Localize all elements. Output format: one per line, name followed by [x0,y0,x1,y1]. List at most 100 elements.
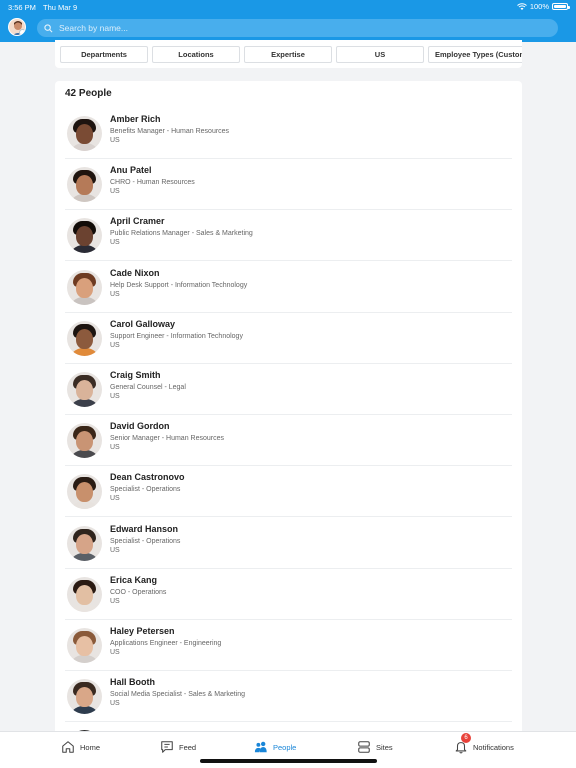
avatar-face [76,431,93,452]
person-location: US [110,444,120,452]
person-title: CHRO - Human Resources [110,179,195,187]
status-time: 3:56 PM [8,3,36,12]
person-title: General Counsel - Legal [110,384,186,391]
person-avatar[interactable] [67,576,102,612]
person-name[interactable]: Anu Patel [110,165,152,175]
people-icon [254,741,267,753]
avatar-shoulders [69,296,100,305]
person-location: US [110,546,120,554]
search-bar[interactable] [37,19,558,37]
avatar-face [76,482,93,503]
feed-icon [161,741,173,753]
person-location: US [110,393,120,400]
person-location: US [110,239,120,247]
person-avatar[interactable] [67,423,102,459]
person-title: Social Media Specialist - Sales & Market… [110,691,246,699]
avatar-shoulders [69,194,100,203]
person-name[interactable]: Amber Rich [110,114,161,124]
avatar-shoulders [69,655,100,663]
filter-us[interactable]: US [336,46,424,63]
filter-expertise[interactable]: Expertise [244,46,332,63]
person-title: COO - Operations [110,588,167,596]
person-row[interactable]: Craig Smith General Counsel - Legal US [65,364,512,415]
person-name[interactable]: Erica Kang [110,575,157,585]
person-location: US [110,290,120,298]
person-location: US [110,649,120,656]
person-title: Specialist - Operations [110,486,181,494]
tab-home[interactable]: Home [61,739,100,755]
person-row[interactable]: Erica Kang COO - Operations US [65,569,512,620]
status-date: Thu Mar 9 [43,3,78,12]
profile-avatar[interactable] [8,18,26,36]
filter-locations[interactable]: Locations [152,46,240,63]
person-title: Help Desk Support - Information Technolo… [110,281,248,289]
avatar-shoulders [69,603,100,612]
filter-bar: Departments Locations Expertise US Emplo… [55,40,522,68]
avatar-face [76,277,93,298]
person-row[interactable]: April Cramer Public Relations Manager - S… [65,210,512,262]
tab-sites-label: Sites [376,742,393,752]
avatar-shoulders [69,399,100,407]
person-title: Senior Manager - Human Resources [110,435,224,443]
person-title: Specialist - Operations [110,537,181,545]
person-name[interactable]: Craig Smith [110,370,161,380]
people-count: 42 People [65,88,112,99]
person-row[interactable]: Anu Patel CHRO - Human Resources US [65,159,512,211]
person-row[interactable]: Dean Castronovo Specialist - Operations US [65,466,512,518]
avatar-face [76,687,93,708]
person-name[interactable]: David Gordon [110,421,170,431]
person-row[interactable]: Hall Booth Social Media Specialist - Sale… [65,671,512,723]
person-row[interactable]: Cade Nixon Help Desk Support - Informatio… [65,262,512,313]
person-name[interactable]: Haley Petersen [110,626,175,636]
person-avatar[interactable] [67,320,102,356]
avatar-face [76,533,93,554]
avatar-face [76,584,93,605]
home-icon [62,741,74,753]
filter-departments[interactable]: Departments [60,46,148,63]
person-name[interactable]: Dean Castronovo [110,472,185,482]
person-row[interactable]: David Gordon Senior Manager - Human Resou… [65,415,512,467]
battery-icon [552,3,570,10]
person-avatar[interactable] [67,628,102,663]
person-avatar[interactable] [67,372,102,407]
person-avatar[interactable] [67,167,102,203]
person-avatar[interactable] [67,679,102,715]
tab-notifications-label: Notifications [473,742,514,752]
person-avatar[interactable] [67,116,102,151]
search-input[interactable] [59,23,539,33]
avatar-shoulders [69,450,100,459]
tab-people[interactable]: People [254,739,296,755]
tab-home-label: Home [80,742,101,752]
person-row[interactable]: Edward Hanson Specialist - Operations US [65,518,512,569]
person-row[interactable]: Amber Rich Benefits Manager - Human Resou… [65,108,512,159]
tab-sites[interactable]: Sites [357,739,393,755]
person-avatar[interactable] [67,218,102,254]
person-location: US [110,137,120,144]
home-indicator[interactable] [200,759,377,763]
avatar-shoulders [69,347,100,356]
person-location: US [110,495,120,503]
person-avatar[interactable] [67,269,102,305]
avatar-shoulders [69,706,100,715]
person-name[interactable]: Edward Hanson [110,524,178,534]
avatar-shoulders [69,245,100,254]
tab-people-label: People [273,742,297,752]
notifications-badge: 6 [461,733,471,743]
person-name[interactable]: Cade Nixon [110,268,160,278]
filter-employee-types[interactable]: Employee Types (Custom [428,46,522,63]
person-location: US [110,597,120,605]
person-avatar[interactable] [67,525,102,561]
person-row[interactable]: Carol Galloway Support Engineer - Informa… [65,313,512,364]
presence-dot [19,29,25,35]
person-title: Support Engineer - Information Technolog… [110,332,243,340]
tab-feed[interactable]: Feed [160,739,196,755]
person-avatar[interactable] [67,474,102,510]
person-row[interactable]: Haley Petersen Applications Engineer - En… [65,620,512,671]
tab-feed-label: Feed [179,742,197,752]
avatar-face [76,380,93,400]
person-location: US [110,188,120,196]
person-name[interactable]: Hall Booth [110,677,155,687]
person-name[interactable]: April Cramer [110,216,165,226]
person-name[interactable]: Carol Galloway [110,319,175,329]
avatar-face [76,328,93,349]
